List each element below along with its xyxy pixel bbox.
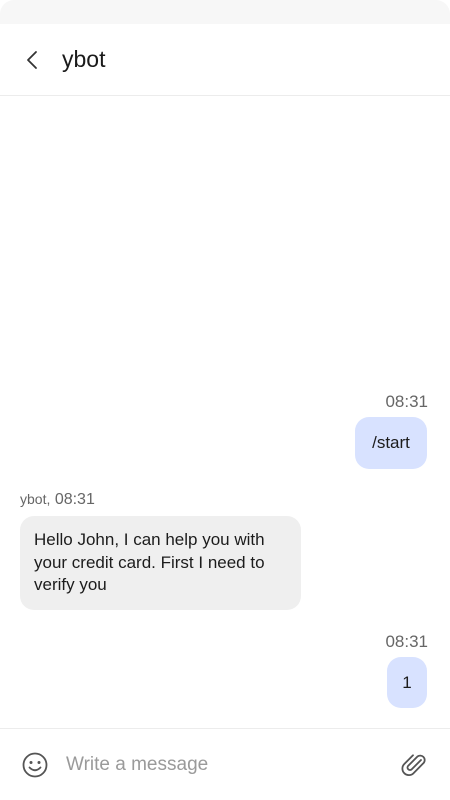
message-input[interactable]	[66, 744, 390, 785]
paperclip-icon	[401, 753, 426, 776]
outgoing-message-bubble[interactable]: 1	[387, 657, 427, 708]
message-timestamp: 08:31	[385, 632, 428, 651]
chat-title: ybot	[62, 46, 106, 72]
message-meta: ybot, 08:31	[20, 491, 95, 509]
outgoing-message-bubble[interactable]: /start	[355, 417, 427, 469]
message-timestamp: 08:31	[54, 491, 95, 508]
status-bar	[0, 0, 450, 24]
chevron-left-icon	[27, 50, 37, 69]
emoji-button[interactable]	[20, 750, 50, 780]
message-list[interactable]: 08:31 /start ybot, 08:31 Hello John, I c…	[0, 96, 450, 728]
message-composer	[0, 728, 450, 800]
attach-button[interactable]	[400, 751, 428, 779]
message-sender: ybot,	[20, 491, 51, 507]
emoji-icon	[22, 752, 48, 777]
incoming-message-bubble[interactable]: Hello John, I can help you with your cre…	[20, 516, 301, 610]
message-timestamp: 08:31	[385, 392, 428, 411]
chat-header: ybot	[0, 24, 450, 96]
back-button[interactable]	[6, 24, 58, 96]
